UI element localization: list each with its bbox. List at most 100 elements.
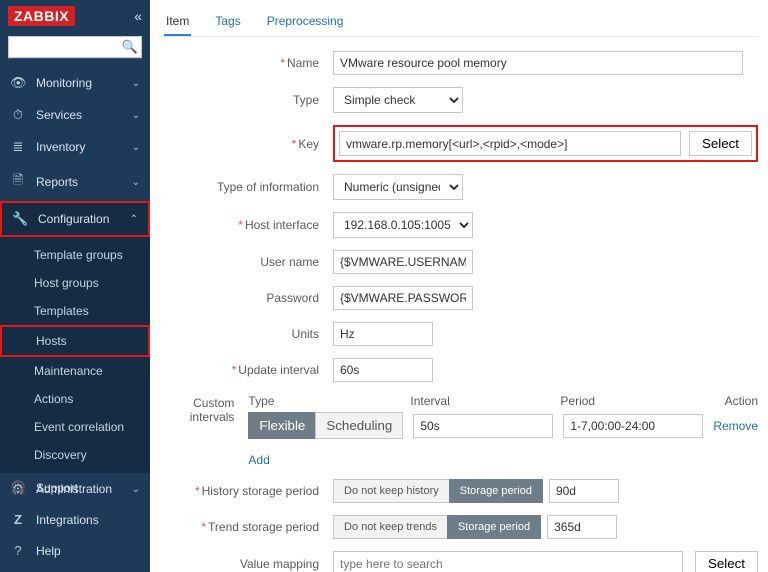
update-interval-input[interactable]	[333, 358, 433, 382]
label-trend: Trend storage period	[208, 520, 319, 534]
info-select[interactable]: Numeric (unsigned)	[333, 174, 463, 200]
label-name: Name	[287, 56, 319, 70]
sub-event-correlation[interactable]: Event correlation	[0, 413, 150, 441]
footer-help[interactable]: ? Help	[0, 535, 150, 566]
row-key: *Key Select	[158, 125, 758, 162]
label-type: Type	[293, 93, 319, 107]
key-highlight: Select	[333, 125, 758, 162]
row-name: *Name	[158, 51, 758, 75]
vmap-input[interactable]	[333, 551, 683, 572]
sub-templates[interactable]: Templates	[0, 297, 150, 325]
nav-reports[interactable]: 🗎 Reports ⌄	[0, 163, 150, 201]
nav-label: Inventory	[36, 140, 122, 154]
nav-monitoring[interactable]: 👁 Monitoring ⌄	[0, 67, 150, 99]
z-icon: Z	[10, 512, 26, 527]
trend-value-input[interactable]	[547, 515, 617, 539]
history-nokeep-button[interactable]: Do not keep history	[333, 479, 450, 503]
row-info: Type of information Numeric (unsigned)	[158, 174, 758, 200]
sub-actions[interactable]: Actions	[0, 385, 150, 413]
help-icon: ?	[10, 543, 26, 558]
sub-host-groups[interactable]: Host groups	[0, 269, 150, 297]
nav-label: Services	[36, 108, 122, 122]
row-user: User name	[158, 250, 758, 274]
ci-head: Type Interval Period Action	[248, 394, 758, 408]
label-custom: Custom intervals	[190, 396, 235, 424]
name-input[interactable]	[333, 51, 743, 75]
ci-interval-input[interactable]	[413, 414, 553, 438]
row-type: Type Simple check	[158, 87, 758, 113]
nav-services[interactable]: ⏱ Services ⌄	[0, 99, 150, 131]
ci-period-input[interactable]	[563, 414, 703, 438]
nav-inventory[interactable]: ≣ Inventory ⌄	[0, 131, 150, 163]
label-history: History storage period	[202, 484, 319, 498]
main: Item Tags Preprocessing *Name Type Simpl…	[150, 0, 768, 572]
list-icon: ≣	[10, 139, 26, 155]
ci-row: Flexible Scheduling Remove	[248, 412, 758, 439]
type-select[interactable]: Simple check	[333, 87, 463, 113]
headset-icon: 🎧	[10, 480, 26, 496]
tab-item[interactable]: Item	[164, 8, 191, 36]
collapse-icon[interactable]: «	[134, 8, 142, 24]
ci-scheduling-button[interactable]: Scheduling	[315, 412, 403, 439]
sub-hosts[interactable]: Hosts	[0, 325, 150, 357]
item-form: *Name Type Simple check *Key Select Type…	[158, 37, 758, 572]
config-submenu: Template groups Host groups Templates Ho…	[0, 237, 150, 473]
tabs: Item Tags Preprocessing	[158, 8, 758, 37]
host-if-select[interactable]: 192.168.0.105:10050	[333, 212, 473, 238]
label-key: Key	[298, 137, 319, 151]
ci-head-period: Period	[560, 394, 700, 408]
ci-add-link[interactable]: Add	[248, 453, 269, 467]
sidebar-footer: 🎧 Support Z Integrations ? Help	[0, 472, 150, 566]
ci-head-action: Action	[725, 394, 758, 408]
footer-integrations[interactable]: Z Integrations	[0, 504, 150, 535]
nav-configuration[interactable]: 🔧 Configuration ⌃	[0, 201, 150, 237]
nav-label: Reports	[36, 175, 122, 189]
user-input[interactable]	[333, 250, 473, 274]
vmap-select-button[interactable]: Select	[695, 551, 758, 572]
ci-type-seg: Flexible Scheduling	[248, 412, 403, 439]
trend-period-button[interactable]: Storage period	[447, 515, 541, 539]
sub-discovery[interactable]: Discovery	[0, 441, 150, 469]
label-info: Type of information	[217, 180, 319, 194]
chevron-down-icon: ⌄	[132, 110, 140, 121]
tab-preprocessing[interactable]: Preprocessing	[265, 8, 346, 36]
footer-label: Help	[36, 544, 140, 558]
row-value-mapping: Value mapping Select	[158, 551, 758, 572]
chevron-down-icon: ⌄	[132, 142, 140, 153]
row-host-interface: *Host interface 192.168.0.105:10050	[158, 212, 758, 238]
history-value-input[interactable]	[549, 479, 619, 503]
sub-template-groups[interactable]: Template groups	[0, 241, 150, 269]
units-input[interactable]	[333, 322, 433, 346]
tab-tags[interactable]: Tags	[213, 8, 242, 36]
key-select-button[interactable]: Select	[689, 131, 752, 156]
file-icon: 🗎	[10, 171, 26, 193]
search-icon[interactable]: 🔍	[122, 39, 138, 55]
eye-icon: 👁	[10, 75, 26, 91]
chevron-down-icon: ⌄	[132, 177, 140, 188]
key-input[interactable]	[339, 131, 681, 156]
sub-maintenance[interactable]: Maintenance	[0, 357, 150, 385]
label-units: Units	[292, 327, 319, 341]
chevron-up-icon: ⌃	[130, 214, 138, 225]
ci-head-type: Type	[248, 394, 400, 408]
ci-flexible-button[interactable]: Flexible	[248, 412, 316, 439]
ci-remove-link[interactable]: Remove	[713, 419, 758, 433]
footer-support[interactable]: 🎧 Support	[0, 472, 150, 504]
trend-nokeep-button[interactable]: Do not keep trends	[333, 515, 448, 539]
row-units: Units	[158, 322, 758, 346]
pass-input[interactable]	[333, 286, 473, 310]
row-trend: *Trend storage period Do not keep trends…	[158, 515, 758, 539]
chevron-down-icon: ⌄	[132, 78, 140, 89]
logo[interactable]: ZABBIX	[8, 6, 75, 26]
ci-head-interval: Interval	[410, 394, 550, 408]
stopwatch-icon: ⏱	[10, 107, 26, 123]
label-user: User name	[260, 255, 319, 269]
label-host-if: Host interface	[245, 218, 319, 232]
label-vmap: Value mapping	[240, 557, 319, 571]
row-pass: Password	[158, 286, 758, 310]
row-custom-intervals: Custom intervals Type Interval Period Ac…	[158, 394, 758, 467]
brand-row: ZABBIX «	[0, 0, 150, 32]
sidebar: ZABBIX « 🔍 👁 Monitoring ⌄ ⏱ Services ⌄ ≣…	[0, 0, 150, 572]
history-period-button[interactable]: Storage period	[449, 479, 543, 503]
sidebar-search[interactable]: 🔍	[8, 36, 142, 59]
